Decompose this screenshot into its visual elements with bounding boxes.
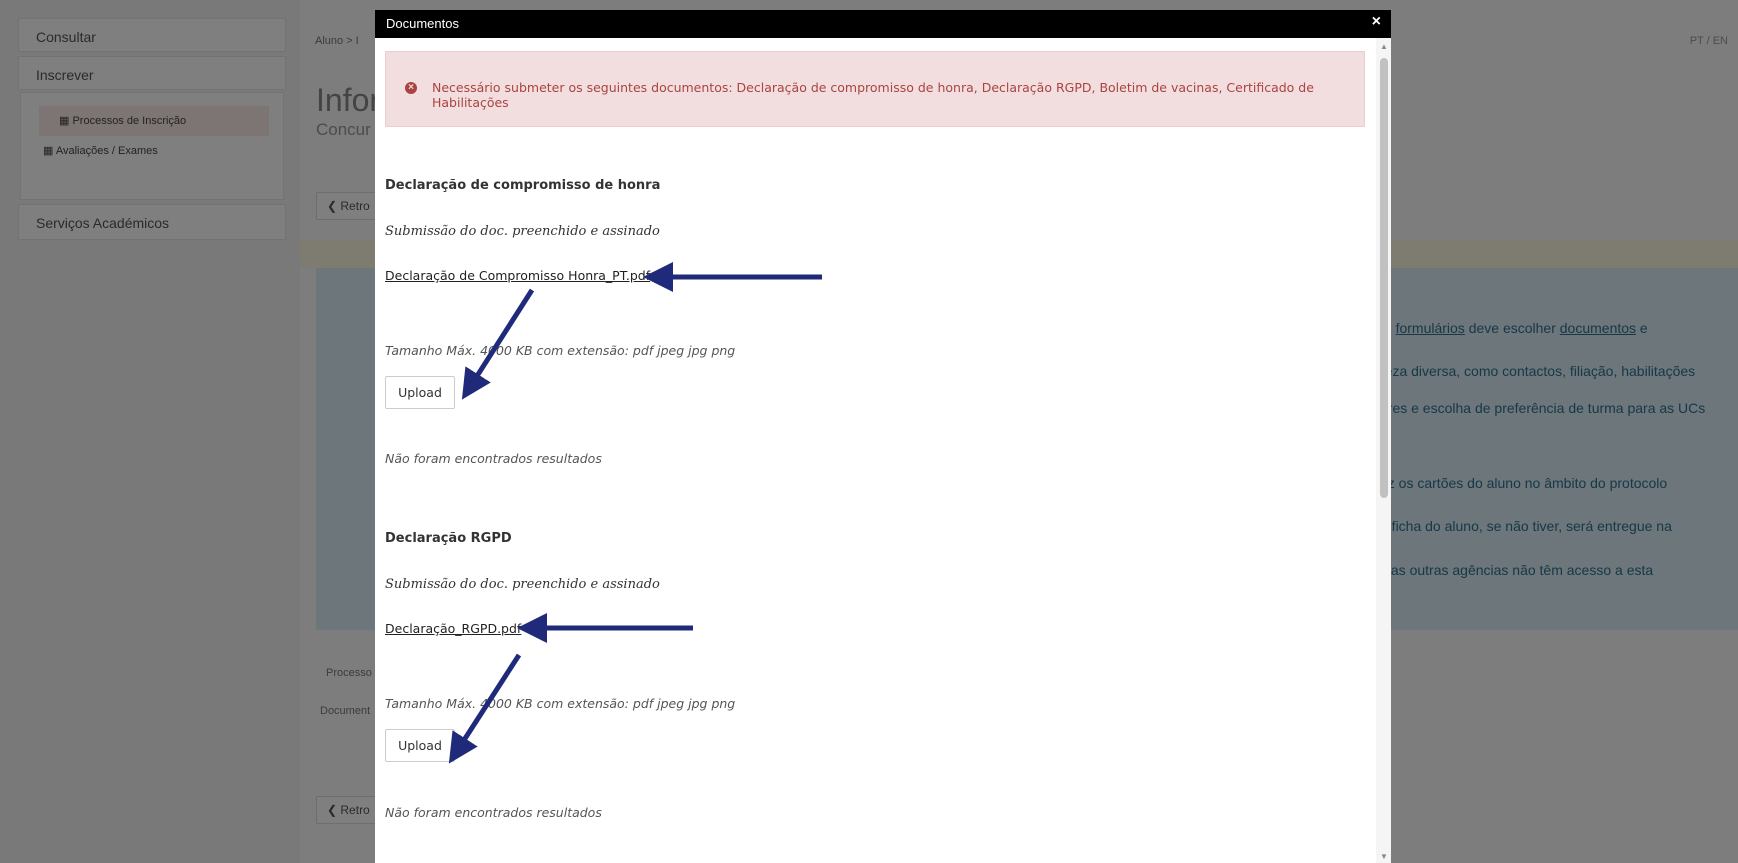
document-size-note: Tamanho Máx. 4000 KB com extensão: pdf j… [385, 696, 736, 711]
error-alert: × Necessário submeter os seguintes docum… [385, 51, 1365, 127]
document-title: Declaração de compromisso de honra [385, 178, 661, 193]
document-title: Declaração RGPD [385, 531, 512, 546]
no-results-text: Não foram encontrados resultados [385, 805, 602, 820]
modal-title: Documentos [386, 16, 459, 31]
error-circle-icon: × [405, 82, 417, 94]
no-results-text: Não foram encontrados resultados [385, 451, 602, 466]
modal-scrollbar[interactable]: ▲ ▼ [1376, 38, 1391, 863]
document-file-link[interactable]: Declaração_RGPD.pdf [385, 621, 521, 636]
document-description: Submissão do doc. preenchido e assinado [385, 224, 660, 239]
alert-message: Necessário submeter os seguintes documen… [432, 80, 1314, 110]
document-file-link[interactable]: Declaração de Compromisso Honra_PT.pdf [385, 268, 650, 283]
documents-modal: Documentos × × Necessário submeter os se… [375, 10, 1391, 863]
scroll-up-arrow-icon[interactable]: ▲ [1380, 42, 1388, 51]
document-description: Submissão do doc. preenchido e assinado [385, 577, 660, 592]
close-icon[interactable]: × [1372, 13, 1381, 31]
scroll-thumb[interactable] [1380, 58, 1388, 498]
upload-button[interactable]: Upload [385, 376, 455, 409]
modal-header: Documentos × [375, 10, 1391, 38]
upload-button[interactable]: Upload [385, 729, 455, 762]
scroll-down-arrow-icon[interactable]: ▼ [1380, 852, 1388, 861]
document-size-note: Tamanho Máx. 4000 KB com extensão: pdf j… [385, 343, 736, 358]
